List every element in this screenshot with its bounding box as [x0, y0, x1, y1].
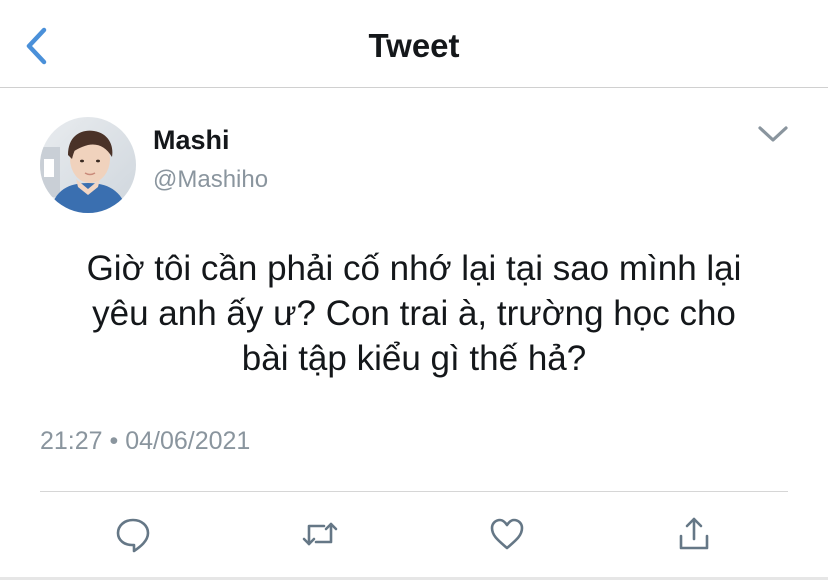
tweet-timestamp: 21:27 • 04/06/2021 [40, 427, 251, 455]
user-avatar [40, 117, 136, 213]
author-handle[interactable]: @Mashiho [153, 165, 268, 195]
tweet-text-line: Giờ tôi cần phải cố nhớ lại tại sao mình… [86, 249, 742, 288]
retweet-icon [302, 522, 338, 546]
tweet-detail-screen: Tweet Mashi @Mashiho Giờ tôi cần phải cố… [0, 0, 828, 580]
tweet-text-line: yêu anh ấy ư? Con trai à, trường học cho [92, 294, 736, 333]
heart-icon [490, 518, 524, 550]
share-icon [679, 517, 709, 550]
tweet-menu-button[interactable] [752, 118, 794, 150]
author-display-name[interactable]: Mashi [153, 124, 230, 156]
comment-icon [116, 518, 150, 553]
chevron-down-icon [758, 126, 788, 142]
retweet-button[interactable] [300, 514, 340, 554]
like-button[interactable] [487, 514, 527, 554]
share-button[interactable] [674, 514, 714, 554]
header-bar: Tweet [0, 0, 828, 88]
page-title: Tweet [368, 27, 460, 64]
divider [40, 491, 788, 492]
tweet-text-line: bài tập kiểu gì thế hả? [241, 339, 587, 378]
avatar[interactable] [40, 117, 136, 213]
tweet-text: Giờ tôi cần phải cố nhớ lại tại sao mình… [20, 246, 808, 381]
reply-button[interactable] [113, 514, 153, 554]
